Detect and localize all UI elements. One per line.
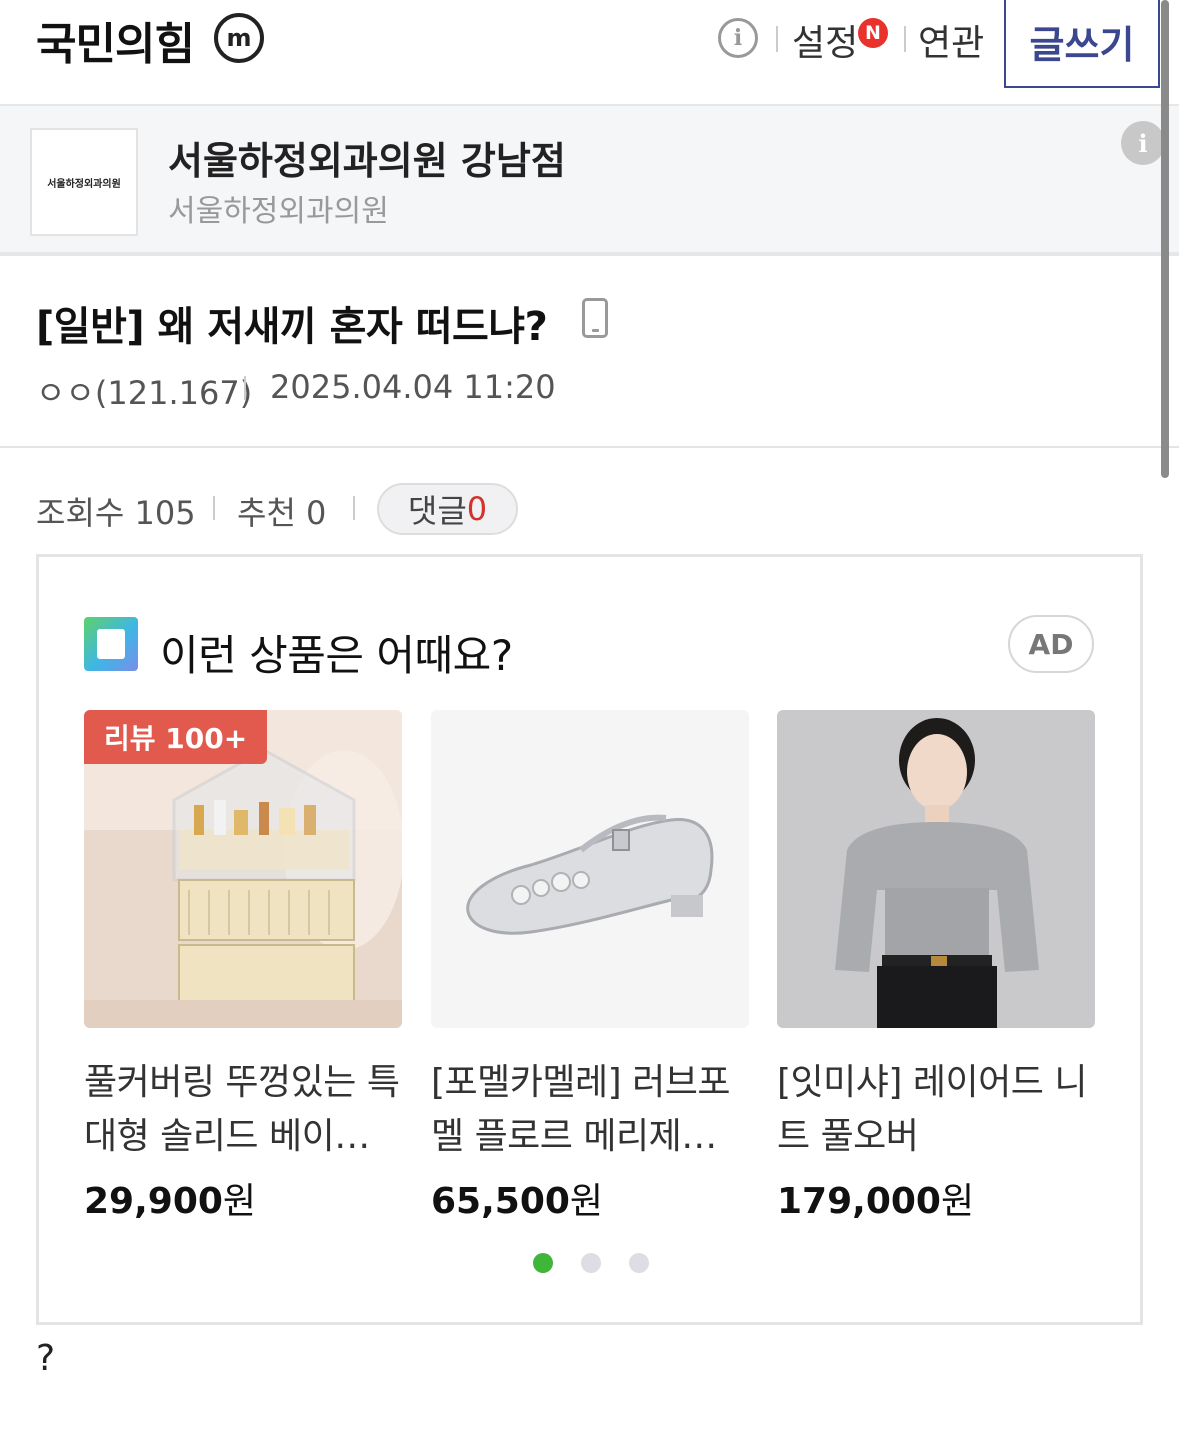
post-date: 2025.04.04 11:20	[270, 368, 556, 406]
product-name[interactable]: [잇미샤] 레이어드 니트 풀오버	[777, 1056, 1095, 1164]
view-count: 조회수 105	[36, 494, 196, 532]
product-name[interactable]: [포멜카멜레] 러브포멜 플로르 메리제인 플랫슈즈	[431, 1056, 749, 1164]
carousel-dot-1[interactable]	[533, 1253, 553, 1273]
comments-label: 댓글	[407, 492, 467, 530]
product-price: 29,900원	[84, 1181, 257, 1222]
shoe-image	[431, 710, 749, 1028]
review-tag: 리뷰 100+	[84, 710, 268, 764]
model-image	[777, 710, 1095, 1028]
minor-gallery-icon: m	[214, 13, 264, 63]
meta-separator	[244, 376, 246, 400]
post-author[interactable]: ㅇㅇ(121.167)	[36, 368, 252, 414]
header-separator	[904, 26, 906, 52]
product-price: 65,500원	[431, 1181, 604, 1222]
product-card[interactable]: [잇미샤] 레이어드 니트 풀오버 179,000원	[777, 710, 1095, 1224]
carousel-dot-3[interactable]	[629, 1253, 649, 1273]
ad-heading: 이런 상품은 어때요?	[160, 631, 513, 680]
settings-button[interactable]: 설정	[792, 14, 858, 66]
sponsor-logo: 서울하정외과의원	[30, 128, 138, 236]
meta-separator	[353, 496, 355, 520]
gallery-title[interactable]: 국민의힘	[36, 8, 195, 72]
post-body: ?	[36, 1338, 56, 1379]
header-separator	[776, 26, 778, 52]
product-price: 179,000원	[777, 1181, 975, 1222]
ad-info-icon[interactable]: i	[1121, 121, 1165, 165]
sponsor-subtitle: 서울하정외과의원	[168, 194, 389, 229]
mobile-icon	[582, 298, 608, 338]
scrollbar[interactable]	[1161, 0, 1169, 478]
product-image[interactable]	[777, 710, 1095, 1028]
post-title: [일반] 왜 저새끼 혼자 떠드냐?	[36, 304, 548, 350]
product-image[interactable]	[431, 710, 749, 1028]
product-card[interactable]: [포멜카멜레] 러브포멜 플로르 메리제인 플랫슈즈 65,500원	[431, 710, 749, 1224]
comments-button[interactable]: 댓글 0	[377, 483, 518, 535]
info-icon[interactable]: i	[718, 18, 758, 58]
recommend-count: 추천 0	[237, 494, 327, 532]
meta-separator	[213, 496, 215, 520]
product-name[interactable]: 풀커버링 뚜껑있는 특대형 솔리드 베이스 화장품 정리함	[84, 1056, 402, 1164]
product-image[interactable]: 리뷰 100+	[84, 710, 402, 1028]
comments-count: 0	[466, 490, 488, 528]
ad-badge[interactable]: AD	[1008, 615, 1094, 673]
new-badge: N	[858, 18, 888, 48]
carousel-dot-2[interactable]	[581, 1253, 601, 1273]
sponsor-title[interactable]: 서울하정외과의원 강남점	[168, 130, 566, 185]
product-card[interactable]: 리뷰 100+ 풀커버링 뚜껑있는 특대형 솔리드 베이스 화장품 정리함 29…	[84, 710, 402, 1224]
shopping-bag-icon	[84, 617, 138, 671]
write-button[interactable]: 글쓰기	[1004, 0, 1160, 88]
divider	[0, 446, 1179, 448]
related-button[interactable]: 연관	[918, 14, 984, 66]
